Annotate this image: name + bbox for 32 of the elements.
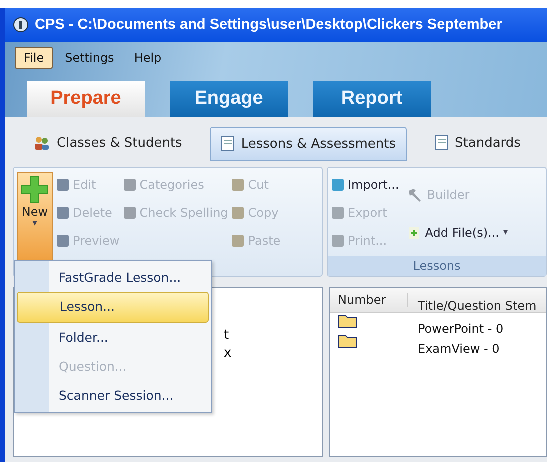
ribbon-action[interactable]: Import... [332,174,400,196]
main-tab[interactable]: Prepare [27,81,145,117]
group-label: Lessons [328,256,546,276]
column-header[interactable]: Number [330,293,408,307]
sub-tab[interactable]: Lessons & Assessments [210,127,408,161]
table-cell-text: ExamView - 0 [417,341,500,356]
add-files-button[interactable]: Add File(s)... ▾ [407,222,508,244]
main-tab[interactable]: Engage [170,81,288,117]
tree-item[interactable]: t [224,328,322,346]
sub-tab[interactable]: Classes & Students [23,127,192,159]
add-file-icon [407,226,422,240]
menu-item[interactable]: FastGrade Lesson... [17,263,209,292]
column-header[interactable]: Title/Question Stem [408,287,537,313]
hammer-icon [407,188,424,202]
new-button[interactable]: New ▾ [17,172,53,262]
menu-item[interactable]: Scanner Session... [17,381,209,410]
menu-item[interactable]: Help [126,48,170,68]
folder-icon [338,334,358,348]
document-icon [435,135,450,151]
table-cell-text: PowerPoint - 0 [417,321,504,336]
sub-tab[interactable]: Standards [425,127,531,159]
main-tab[interactable]: Report [313,81,431,117]
window-title: CPS - C:\Documents and Settings\user\Desktop\Clickers September [35,17,502,33]
people-icon [33,135,51,151]
menu-item[interactable]: Settings [57,48,122,68]
menu-item[interactable]: File [15,47,54,69]
menu-item[interactable]: Lesson... [17,292,209,323]
plus-icon [20,175,50,205]
menu-item[interactable]: Folder... [17,323,209,352]
app-icon [13,17,29,33]
document-icon [221,136,236,152]
tree-item[interactable]: x [224,346,322,364]
